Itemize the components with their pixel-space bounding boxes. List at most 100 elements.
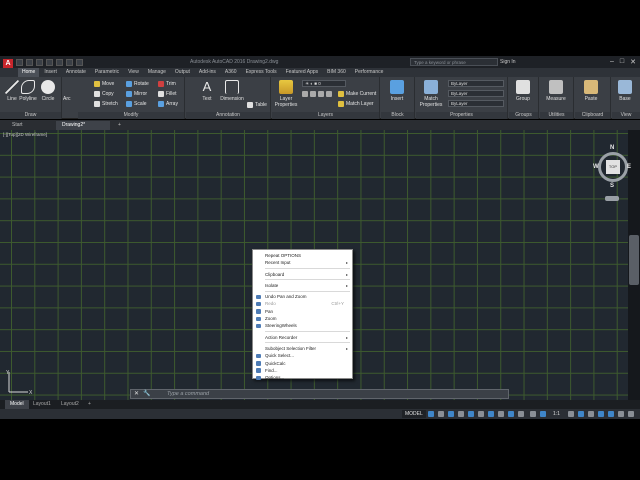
arc-button[interactable]: Arc [63,95,71,103]
properties-panel-title[interactable]: Properties [416,112,507,119]
layer-tool-icon[interactable] [310,91,316,97]
minimize-icon[interactable]: – [610,58,614,66]
utilities-panel-title[interactable]: Utilities [540,112,573,119]
mirror-button[interactable]: Mirror [126,90,147,98]
view-panel-title[interactable]: View [612,112,640,119]
units-icon[interactable] [588,411,594,417]
undo-icon[interactable] [66,59,73,66]
viewcube-top-face[interactable]: TOP [606,160,620,174]
menu-item-options[interactable]: Options... [253,374,352,381]
menu-item-recent-input[interactable]: Recent Input ▸ [253,259,352,266]
command-input[interactable]: Type a command [167,390,209,399]
tab-output[interactable]: Output [171,68,194,77]
tab-home[interactable]: Home [18,68,40,77]
new-tab-button[interactable]: + [112,121,127,130]
tab-view[interactable]: View [124,68,143,77]
redo-icon[interactable] [76,59,83,66]
stretch-button[interactable]: Stretch [94,100,118,108]
workspace-switch-icon[interactable] [568,411,574,417]
tab-bim-360[interactable]: BIM 360 [323,68,350,77]
autoscale-icon[interactable] [540,411,546,417]
sign-in-button[interactable]: Sign In [500,59,516,65]
table-button[interactable]: Table [247,101,267,109]
dimension-button[interactable]: Dimension [218,79,246,109]
group-button[interactable]: Group [512,79,534,109]
ortho-icon[interactable] [468,411,474,417]
match-properties-button[interactable]: Match Properties [418,79,444,109]
polyline-button[interactable]: Polyline [17,79,39,109]
infer-constraints-icon[interactable] [448,411,454,417]
hardware-acceleration-icon[interactable] [608,411,614,417]
layer-dropdown[interactable]: ☀ ◐ ■ 0 [302,80,346,87]
block-panel-title[interactable]: Block [381,112,414,119]
viewcube[interactable]: TOP N S E W [593,145,632,192]
menu-item-action-recorder[interactable]: Action Recorder ▸ [253,334,352,341]
lineweight-dropdown[interactable]: ByLayer [448,100,504,107]
isodraft-icon[interactable] [488,411,494,417]
circle-button[interactable]: Circle [37,79,59,109]
menu-item-subobject-selection-filter[interactable]: Subobject Selection Filter ▸ [253,345,352,352]
tab-model[interactable]: Model [5,400,29,409]
copy-button[interactable]: Copy [94,90,114,98]
trim-button[interactable]: Trim [158,80,176,88]
color-dropdown[interactable]: ByLayer [448,80,504,87]
menu-item-undo-pan-and-zoom[interactable]: Undo Pan and Zoom [253,293,352,300]
grid-icon[interactable] [428,411,434,417]
tab-manage[interactable]: Manage [144,68,170,77]
menu-item-quick-select[interactable]: Quick Select... [253,352,352,359]
tab-performance[interactable]: Performance [351,68,388,77]
annotation-scale[interactable]: 1:1 [553,410,560,418]
menu-item-zoom[interactable]: Zoom [253,315,352,322]
isolate-objects-icon[interactable] [598,411,604,417]
save-as-icon[interactable] [46,59,53,66]
object-snap-icon[interactable] [508,411,514,417]
search-input[interactable]: Type a keyword or phrase [410,58,498,66]
add-layout-button[interactable]: + [83,400,96,409]
tab-parametric[interactable]: Parametric [91,68,123,77]
tab-annotate[interactable]: Annotate [62,68,90,77]
rotate-button[interactable]: Rotate [126,80,149,88]
layer-tool-icon[interactable] [326,91,332,97]
compass-south[interactable]: S [610,183,614,189]
annotation-visibility-icon[interactable] [530,411,536,417]
clipboard-panel-title[interactable]: Clipboard [575,112,610,119]
plot-icon[interactable] [56,59,63,66]
menu-item-steeringwheels[interactable]: SteeringWheels [253,322,352,329]
tab-start[interactable]: Start [6,121,29,130]
tab-add-ins[interactable]: Add-ins [195,68,220,77]
text-button[interactable]: A Text [196,79,218,109]
menu-item-isolate[interactable]: Isolate ▸ [253,282,352,289]
maximize-icon[interactable]: □ [620,58,624,66]
polar-tracking-icon[interactable] [478,411,484,417]
groups-panel-title[interactable]: Groups [509,112,538,119]
layer-properties-button[interactable]: Layer Properties [273,79,299,109]
dynamic-input-icon[interactable] [458,411,464,417]
annotation-monitor-icon[interactable] [578,411,584,417]
new-icon[interactable] [16,59,23,66]
model-space-toggle[interactable]: MODEL [402,410,426,418]
scale-button[interactable]: Scale [126,100,147,108]
menu-item-clipboard[interactable]: Clipboard ▸ [253,271,352,278]
clean-screen-icon[interactable] [618,411,624,417]
tab-a360[interactable]: A360 [221,68,241,77]
linetype-dropdown[interactable]: ByLayer [448,90,504,97]
annotation-panel-title[interactable]: Annotation [186,112,270,119]
array-button[interactable]: Array [158,100,178,108]
paste-button[interactable]: Paste [580,79,602,109]
menu-item-find[interactable]: Find... [253,367,352,374]
draw-panel-title[interactable]: Draw [0,112,61,119]
save-icon[interactable] [36,59,43,66]
tab-drawing2[interactable]: Drawing2* [56,121,110,130]
compass-north[interactable]: N [610,145,614,151]
tab-layout2[interactable]: Layout2 [56,400,84,409]
tab-express-tools[interactable]: Express Tools [242,68,281,77]
layer-tool-icon[interactable] [318,91,324,97]
layer-tool-icon[interactable] [302,91,308,97]
object-snap-tracking-icon[interactable] [498,411,504,417]
customize-icon[interactable]: 🔧 [143,390,150,399]
compass-east[interactable]: E [627,164,631,170]
snap-icon[interactable] [438,411,444,417]
viewport-controls[interactable]: [-][Top][2D Wireframe] [3,132,47,137]
modify-panel-title[interactable]: Modify [78,112,184,119]
close-icon[interactable]: ✕ [630,58,636,66]
